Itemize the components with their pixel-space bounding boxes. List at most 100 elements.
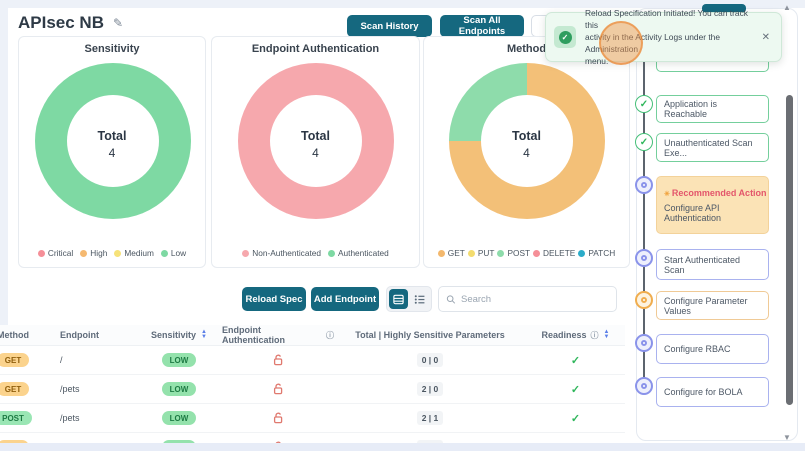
legend-dot-icon <box>242 249 250 257</box>
success-check-icon: ✓ <box>554 26 576 48</box>
unlocked-icon <box>273 354 283 365</box>
sort-icon[interactable]: ▲ ▼ <box>201 329 207 340</box>
method-cell: POST <box>0 411 48 425</box>
scan-all-endpoints-button[interactable]: Scan All Endpoints <box>440 15 524 37</box>
legend-item[interactable]: POST <box>497 248 530 258</box>
page-title: APIsec NB <box>18 13 104 32</box>
apisec-dashboard: APIsec NB ✎ Scan History Scan All Endpoi… <box>0 0 805 451</box>
scrollbar-thumb[interactable] <box>786 95 793 405</box>
legend-dot-icon <box>497 249 505 257</box>
unlocked-icon <box>273 383 283 394</box>
sensitivity-badge: LOW <box>161 411 197 425</box>
search-icon <box>446 294 456 304</box>
chart-title: Sensitivity <box>84 43 140 55</box>
auth-cell[interactable] <box>222 354 334 367</box>
reload-spec-button[interactable]: Reload Spec <box>242 287 306 311</box>
scrollbar-up-arrow[interactable]: ▲ <box>783 3 791 12</box>
info-icon[interactable]: ⓘ <box>591 330 599 341</box>
readiness-cell: ✓ <box>526 383 625 396</box>
chart-legend: GET PUT POST DELETE PATCH <box>424 248 629 258</box>
legend-item[interactable]: PATCH <box>578 248 615 258</box>
timeline-check-icon: ✓ <box>635 95 653 113</box>
sensitivity-chart-card: Sensitivity Total 4 Critical High Medium Lo… <box>18 36 206 268</box>
legend-item[interactable]: Non-Authenticated <box>242 248 321 258</box>
method-cell: GET <box>0 382 48 396</box>
toast-close-icon[interactable]: ✕ <box>759 32 773 43</box>
table-row[interactable]: GET / LOW 0 | 0 ✓ <box>0 346 625 375</box>
edit-title-icon[interactable]: ✎ <box>113 16 123 30</box>
legend-dot-icon <box>533 249 541 257</box>
legend-item[interactable]: DELETE <box>533 248 575 258</box>
timeline-item-label: Unauthenticated Scan Exe... <box>664 137 753 158</box>
sensitivity-badge: LOW <box>161 353 197 367</box>
timeline-item[interactable]: Configure for BOLA <box>656 377 769 407</box>
legend-label: Authenticated <box>337 248 389 258</box>
legend-label: POST <box>507 248 531 258</box>
table-row[interactable]: POST/pets LOW 2 | 1 ✓ <box>0 404 625 433</box>
scan-history-button[interactable]: Scan History <box>347 15 432 37</box>
legend-label: Medium <box>124 248 154 258</box>
unlocked-icon <box>273 412 283 423</box>
method-badge: GET <box>0 382 30 396</box>
timeline-item[interactable]: Start Authenticated Scan <box>656 249 769 280</box>
table-header-row: Method Endpoint Sensitivity ▲ ▼ Endpoint A… <box>0 325 625 346</box>
timeline-item-label: Start Authenticated Scan <box>664 254 741 275</box>
info-icon[interactable]: ⓘ <box>326 330 334 341</box>
legend-dot-icon <box>578 249 586 257</box>
legend-item[interactable]: Medium <box>114 248 154 258</box>
timeline-item[interactable]: Configure Parameter Values <box>656 291 769 320</box>
list-view-button[interactable] <box>410 289 429 309</box>
search-input[interactable] <box>460 293 609 305</box>
donut-total: Total 4 <box>97 129 127 160</box>
chart-title: Endpoint Authentication <box>251 43 380 55</box>
col-endpoint[interactable]: Endpoint <box>48 330 136 340</box>
col-endpoint-auth[interactable]: Endpoint Authentication ⓘ <box>222 325 334 345</box>
readiness-cell: ✓ <box>526 412 625 425</box>
table-row[interactable]: GET/pets/{petId}LOW1 | 1✓ <box>0 433 625 443</box>
auth-cell[interactable] <box>222 383 334 396</box>
chart-legend: Critical High Medium Low <box>19 248 205 258</box>
add-endpoint-button[interactable]: Add Endpoint <box>311 287 379 311</box>
spark-icon: ✳ <box>664 190 670 198</box>
legend-label: Non-Authenticated <box>252 248 321 258</box>
endpoint-cell: /pets <box>60 384 80 394</box>
legend-item[interactable]: Authenticated <box>327 248 389 258</box>
readiness-cell: ✓ <box>526 354 625 367</box>
legend-item[interactable]: GET <box>437 248 465 258</box>
method-badge: POST <box>0 411 32 425</box>
legend-label: PATCH <box>588 248 616 258</box>
col-readiness[interactable]: Readiness ⓘ ▲ ▼ <box>526 329 625 341</box>
timeline-item-label: Application is Reachable <box>664 99 718 119</box>
col-params[interactable]: Total | Highly Sensitive Parameters <box>334 330 526 340</box>
endpoint-cell: / <box>60 355 63 365</box>
legend-item[interactable]: Low <box>160 248 187 258</box>
legend-dot-icon <box>80 249 88 257</box>
legend-dot-icon <box>114 249 122 257</box>
legend-label: Low <box>170 248 187 258</box>
legend-dot-icon <box>437 249 445 257</box>
legend-item[interactable]: PUT <box>467 248 494 258</box>
legend-label: Critical <box>47 248 74 258</box>
timeline-pending-blue-icon <box>635 249 653 267</box>
col-sensitivity[interactable]: Sensitivity ▲ ▼ <box>136 329 222 340</box>
timeline-check-icon: ✓ <box>635 133 653 151</box>
auth-cell[interactable] <box>222 412 334 425</box>
table-view-button[interactable] <box>389 289 408 309</box>
scrollbar-down-arrow[interactable]: ▼ <box>783 433 791 442</box>
legend-item[interactable]: Critical <box>37 248 74 258</box>
sort-icon[interactable]: ▲ ▼ <box>604 329 610 340</box>
col-method[interactable]: Method <box>0 330 48 340</box>
timeline-item-label: Configure Parameter Values <box>664 295 748 316</box>
timeline-item[interactable]: Configure RBAC <box>656 334 769 364</box>
legend-dot-icon <box>160 249 168 257</box>
legend-item[interactable]: High <box>80 248 107 258</box>
recommended-action-heading: ✳ Recommended Action <box>664 187 767 198</box>
timeline-item-label: Configure for BOLA <box>664 387 743 397</box>
timeline-item[interactable]: Unauthenticated Scan Exe... <box>656 133 769 162</box>
timeline-item[interactable]: Application is Reachable <box>656 95 769 123</box>
table-row[interactable]: GET/pets LOW 2 | 0 ✓ <box>0 375 625 404</box>
endpoints-table: Method Endpoint Sensitivity ▲ ▼ Endpoint A… <box>0 325 631 443</box>
search-box <box>438 286 617 312</box>
timeline-item[interactable]: ✳ Recommended Action Configure API Authent… <box>656 176 769 234</box>
legend-dot-icon <box>327 249 335 257</box>
